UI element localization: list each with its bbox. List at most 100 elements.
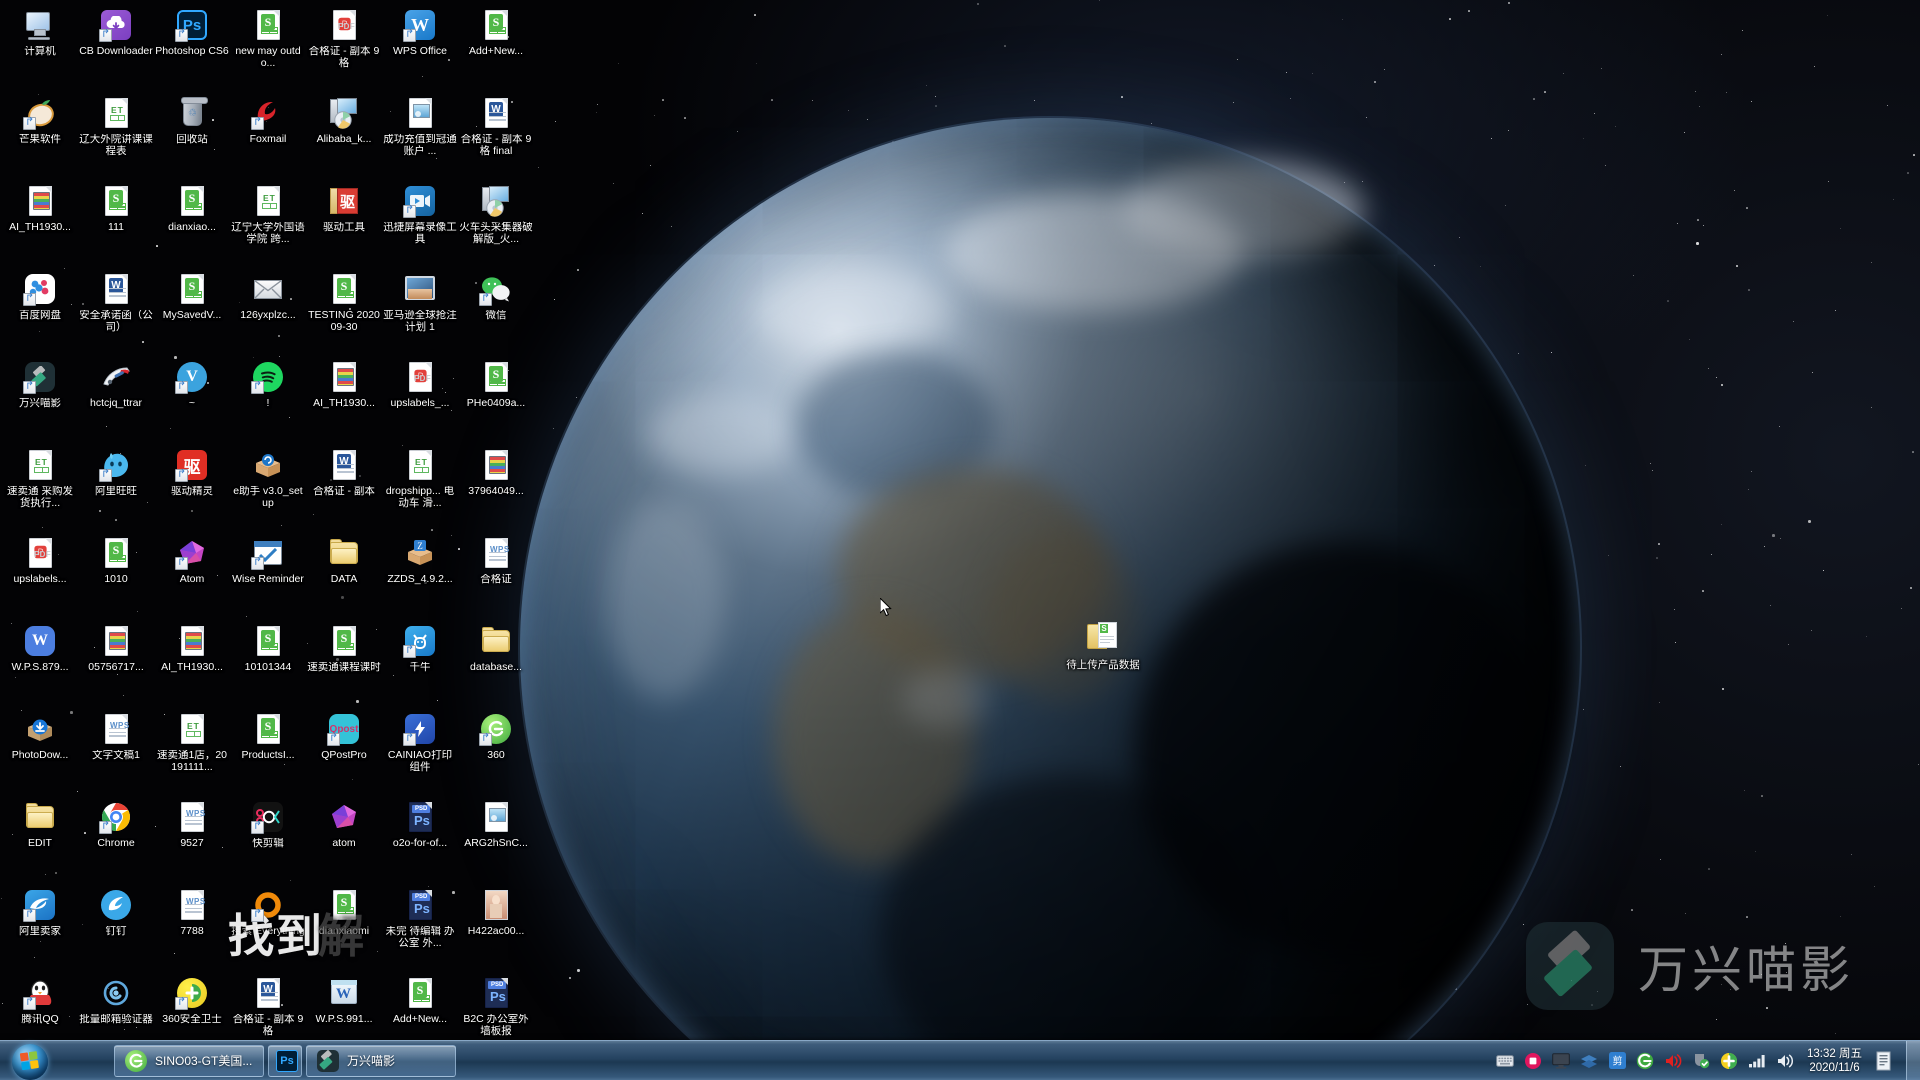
360-browser-tray-icon[interactable] xyxy=(1634,1050,1656,1072)
desktop-icon-pending-product-data[interactable]: S 待上传产品数据 xyxy=(1058,620,1148,671)
desktop-icon[interactable]: e助手 v3.0_setup xyxy=(230,444,306,532)
desktop-icon[interactable]: 迅捷屏幕录像工具 xyxy=(382,180,458,268)
taskbar-button[interactable]: 万兴喵影 xyxy=(306,1044,456,1077)
desktop-icon[interactable]: ARG2hSnC... xyxy=(458,796,534,884)
desktop-icon[interactable]: S 速卖通课程课时 xyxy=(306,620,382,708)
desktop-icon[interactable]: Alibaba_k... xyxy=(306,92,382,180)
monitor-icon[interactable] xyxy=(1550,1050,1572,1072)
desktop-icon[interactable]: AI_TH1930... xyxy=(2,180,78,268)
record-icon[interactable] xyxy=(1522,1050,1544,1072)
desktop-icon[interactable]: 千牛 xyxy=(382,620,458,708)
start-button[interactable] xyxy=(2,1042,56,1080)
desktop-icon[interactable]: PSD Ps o2o-for-of... xyxy=(382,796,458,884)
desktop-icon[interactable]: Wise Reminder xyxy=(230,532,306,620)
desktop-icon[interactable]: Ps Photoshop CS6 xyxy=(154,4,230,92)
desktop-icon[interactable]: S Add+New... xyxy=(458,4,534,92)
taskbar-clock[interactable]: 13:32 周五 2020/11/6 xyxy=(1807,1047,1862,1075)
desktop-icon[interactable]: 亚马逊全球抢注计划 1 xyxy=(382,268,458,356)
desktop-icon[interactable]: H422ac00... xyxy=(458,884,534,972)
desktop-icon[interactable]: S ProductsI... xyxy=(230,708,306,796)
desktop-icon[interactable]: Qpost QPostPro xyxy=(306,708,382,796)
desktop-icon[interactable]: ET 辽宁大学外国语学院 跨... xyxy=(230,180,306,268)
desktop-icon[interactable]: CB Downloader xyxy=(78,4,154,92)
desktop-icon[interactable]: S MySavedV... xyxy=(154,268,230,356)
desktop-icon[interactable]: 🅿 PDF upslabels_... xyxy=(382,356,458,444)
desktop-icon[interactable]: 驱驱动精灵 xyxy=(154,444,230,532)
desktop-icon[interactable]: W W.P.S.879... xyxy=(2,620,78,708)
desktop-icon-grid[interactable]: 计算机CB DownloaderPsPhotoshop CS6Snew may … xyxy=(0,4,534,1080)
desktop-icon[interactable]: Foxmail xyxy=(230,92,306,180)
desktop-icon[interactable]: WPS 文字文稿1 xyxy=(78,708,154,796)
desktop-icon[interactable]: ET 速卖通1店，20191111... xyxy=(154,708,230,796)
desktop-icon[interactable]: W 合格证 - 副本 xyxy=(306,444,382,532)
desktop-icon[interactable]: W 安全承诺函（公司） xyxy=(78,268,154,356)
action-center-icon[interactable] xyxy=(1872,1049,1896,1073)
taskbar-buttons[interactable]: SINO03-GT美国... Ps 万兴喵影 xyxy=(110,1044,456,1077)
desktop-icon[interactable]: S 1010 xyxy=(78,532,154,620)
desktop-icon[interactable]: 快剪辑 xyxy=(230,796,306,884)
desktop-icon[interactable]: AI_TH1930... xyxy=(306,356,382,444)
volume-red-icon[interactable] xyxy=(1662,1050,1684,1072)
wps-tray-icon[interactable]: 剪 xyxy=(1606,1050,1628,1072)
desktop-icon[interactable]: Chrome xyxy=(78,796,154,884)
desktop-icon[interactable]: W WPS Office xyxy=(382,4,458,92)
desktop-icon[interactable]: 驱驱动工具 xyxy=(306,180,382,268)
desktop-icon[interactable]: 126yxplzc... xyxy=(230,268,306,356)
signal-bars-icon[interactable] xyxy=(1746,1050,1768,1072)
desktop-icon[interactable]: PhotoDow... xyxy=(2,708,78,796)
desktop-icon[interactable]: atom xyxy=(306,796,382,884)
desktop-icon[interactable]: PSD Ps 未完 待编辑 办公室 外... xyxy=(382,884,458,972)
desktop-icon[interactable]: Snew may outdo... xyxy=(230,4,306,92)
desktop-icon[interactable]: Atom xyxy=(154,532,230,620)
desktop-icon[interactable]: Sdianxiaomi xyxy=(306,884,382,972)
desktop-icon[interactable]: ! xyxy=(230,356,306,444)
desktop-icon[interactable]: V~ xyxy=(154,356,230,444)
taskbar-button[interactable]: Ps xyxy=(268,1044,302,1077)
desktop-icon[interactable]: 计算机 xyxy=(2,4,78,92)
keyboard-icon[interactable] xyxy=(1494,1050,1516,1072)
desktop-icon[interactable]: 05756717... xyxy=(78,620,154,708)
desktop-icon[interactable]: 阿里卖家 xyxy=(2,884,78,972)
desktop-icon[interactable]: S TESTING 202009-30 xyxy=(306,268,382,356)
desktop-icon[interactable]: ET 速卖通 采购发货执行... xyxy=(2,444,78,532)
desktop-icon[interactable]: EDIT xyxy=(2,796,78,884)
desktop-icon[interactable]: WPS 合格证 xyxy=(458,532,534,620)
taskbar[interactable]: SINO03-GT美国... Ps 万兴喵影 剪 13:32 周五 2020/11/… xyxy=(0,1040,1920,1080)
desktop-root[interactable]: 计算机CB DownloaderPsPhotoshop CS6Snew may … xyxy=(0,0,1920,1080)
tray-icon-list[interactable]: 剪 xyxy=(1491,1050,1799,1072)
desktop-icon[interactable]: 搜索 Everything xyxy=(230,884,306,972)
plus-green-icon[interactable] xyxy=(1718,1050,1740,1072)
desktop-icon[interactable]: DATA xyxy=(306,532,382,620)
desktop-icon[interactable]: 成功充值到冠通账户 ... xyxy=(382,92,458,180)
taskbar-button[interactable]: SINO03-GT美国... xyxy=(114,1044,264,1077)
shield-check-icon[interactable] xyxy=(1690,1050,1712,1072)
desktop-icon[interactable]: 🅿 PDF 合格证 - 副本 9格 xyxy=(306,4,382,92)
show-desktop-button[interactable] xyxy=(1906,1040,1920,1080)
desktop-icon[interactable]: CAINIAO打印组件 xyxy=(382,708,458,796)
desktop-icon[interactable]: S 10101344 xyxy=(230,620,306,708)
system-tray[interactable]: 剪 13:32 周五 2020/11/6 xyxy=(1491,1040,1920,1080)
desktop-icon[interactable]: 百度网盘 xyxy=(2,268,78,356)
desktop-icon[interactable]: 火车头采集器破解版_火... xyxy=(458,180,534,268)
desktop-icon[interactable]: 阿里旺旺 xyxy=(78,444,154,532)
desktop-icon[interactable]: S 111 xyxy=(78,180,154,268)
desktop-icon[interactable]: AI_TH1930... xyxy=(154,620,230,708)
desktop-icon[interactable]: ET 辽大外院讲课课程表 xyxy=(78,92,154,180)
desktop-icon[interactable]: WPS 9527 xyxy=(154,796,230,884)
desktop-icon[interactable]: 微信 xyxy=(458,268,534,356)
desktop-icon[interactable]: S PHe0409a... xyxy=(458,356,534,444)
desktop-icon[interactable]: ♲ 回收站 xyxy=(154,92,230,180)
desktop-icon[interactable]: 🅿 PDF upslabels... xyxy=(2,532,78,620)
desktop-icon[interactable]: Z ZZDS_4.9.2... xyxy=(382,532,458,620)
speaker-icon[interactable] xyxy=(1774,1050,1796,1072)
desktop-icon[interactable]: 芒果软件 xyxy=(2,92,78,180)
desktop-icon[interactable]: Sdianxiao... xyxy=(154,180,230,268)
desktop-icon[interactable]: 钉钉 xyxy=(78,884,154,972)
desktop-icon[interactable]: database... xyxy=(458,620,534,708)
desktop-icon[interactable]: 万兴喵影 xyxy=(2,356,78,444)
desktop-icon[interactable]: hctcjq_ttrar xyxy=(78,356,154,444)
desktop-icon[interactable]: ET dropshipp... 电动车 滑... xyxy=(382,444,458,532)
desktop-icon[interactable]: 37964049... xyxy=(458,444,534,532)
desktop-icon[interactable]: WPS 7788 xyxy=(154,884,230,972)
books-icon[interactable] xyxy=(1578,1050,1600,1072)
